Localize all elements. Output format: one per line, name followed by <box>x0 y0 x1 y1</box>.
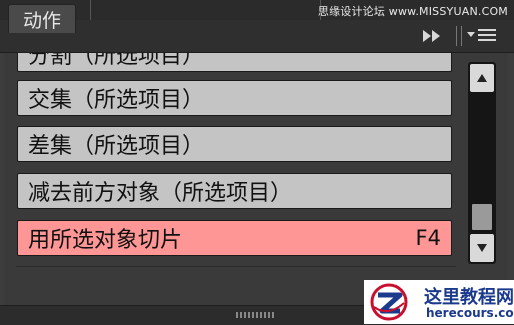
site-logo: 这里教程网 herecours.com <box>364 280 514 324</box>
list-item-label: 差集（所选项目） <box>28 134 205 159</box>
resize-grip-icon[interactable] <box>236 312 276 318</box>
watermark-text: 思缘设计论坛 www.MISSYUAN.COM <box>317 5 508 18</box>
list-item[interactable]: 交集（所选项目） <box>17 80 452 116</box>
list-item-shortcut: F4 <box>415 226 441 250</box>
list-item[interactable]: 分割（所选项目） <box>17 53 452 72</box>
tab-actions[interactable]: 动作 <box>8 4 76 33</box>
vertical-scrollbar[interactable] <box>468 62 496 264</box>
scroll-up-icon[interactable] <box>470 64 494 92</box>
site-logo-icon <box>370 283 408 321</box>
logo-subtitle: herecours.com <box>426 306 514 320</box>
list-item-label: 减去前方对象（所选项目） <box>28 181 293 206</box>
scroll-thumb[interactable] <box>472 204 492 230</box>
list-item-label: 分割（所选项目） <box>28 53 205 69</box>
list-item-label: 交集（所选项目） <box>28 88 205 113</box>
list-item-label: 用所选对象切片 <box>28 228 183 253</box>
actions-list: 分割（所选项目） 交集（所选项目） 差集（所选项目） 减去前方对象（所选项目） … <box>12 53 458 269</box>
list-item-selected[interactable]: 用所选对象切片 F4 <box>17 220 452 256</box>
list-divider <box>16 266 456 267</box>
list-item[interactable]: 减去前方对象（所选项目） <box>17 173 452 209</box>
scroll-down-icon[interactable] <box>470 234 494 262</box>
panel-grip <box>456 26 462 46</box>
list-item[interactable]: 差集（所选项目） <box>17 126 452 162</box>
fast-forward-icon[interactable] <box>420 26 444 46</box>
top-bar: 思缘设计论坛 www.MISSYUAN.COM <box>0 0 514 20</box>
panel-menu-icon[interactable] <box>466 26 498 46</box>
top-divider <box>90 0 91 20</box>
